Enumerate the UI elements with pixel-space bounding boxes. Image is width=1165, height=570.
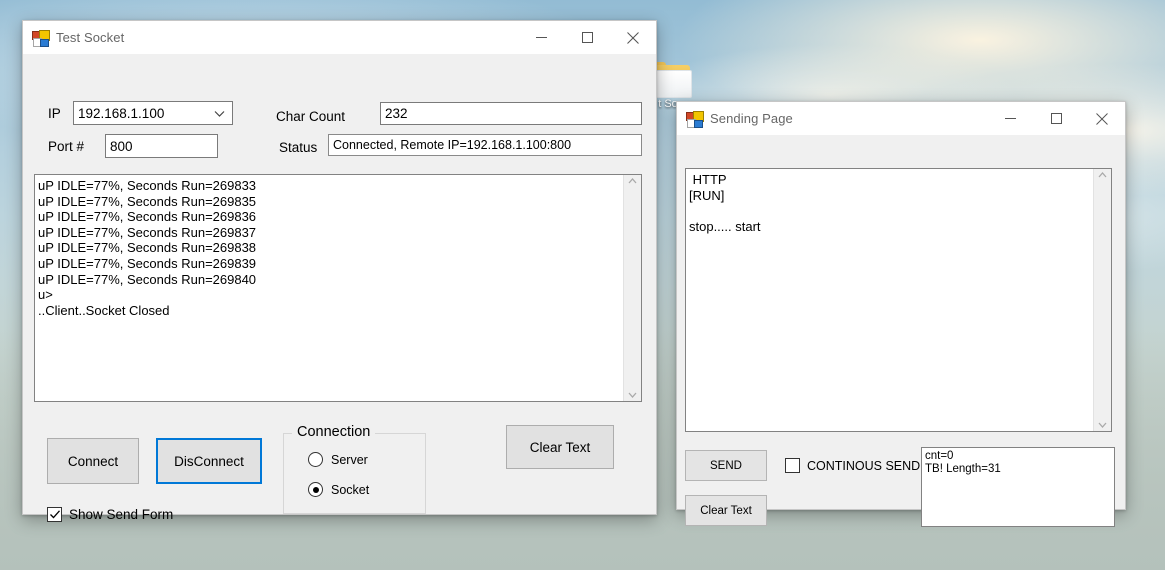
- ip-value: 192.168.1.100: [78, 106, 164, 121]
- receive-log-scrollbar[interactable]: [623, 175, 641, 401]
- chevron-up-icon: [1098, 172, 1107, 178]
- send-label: SEND: [710, 460, 742, 472]
- port-input[interactable]: 800: [105, 134, 218, 158]
- send-status-log[interactable]: cnt=0 TB! Length=31: [921, 447, 1115, 527]
- close-icon[interactable]: [610, 21, 656, 54]
- show-send-form-checkbox[interactable]: Show Send Form: [47, 507, 173, 522]
- connection-group-title: Connection: [292, 424, 375, 440]
- receive-log[interactable]: uP IDLE=77%, Seconds Run=269833 uP IDLE=…: [34, 174, 642, 402]
- vb-app-icon: [32, 30, 48, 46]
- continuous-send-checkbox[interactable]: CONTINOUS SEND: [785, 458, 920, 473]
- maximize-icon[interactable]: [1033, 102, 1079, 135]
- clear-text-button[interactable]: Clear Text: [506, 425, 614, 469]
- connect-label: Connect: [68, 454, 118, 469]
- show-send-form-label: Show Send Form: [69, 507, 173, 522]
- clear-text-label: Clear Text: [530, 440, 591, 455]
- send-text-editor-text: HTTP [RUN] stop..... start: [686, 169, 1093, 431]
- sending-page-window[interactable]: Sending Page HTTP [RUN] stop..... start …: [676, 101, 1126, 510]
- status-label: Status: [279, 140, 317, 155]
- send-clear-text-label: Clear Text: [700, 505, 752, 517]
- send-clear-text-button[interactable]: Clear Text: [685, 495, 767, 526]
- vb-app-icon: [686, 111, 702, 127]
- char-count-value: 232: [385, 106, 408, 121]
- ip-combobox[interactable]: 192.168.1.100: [73, 101, 233, 125]
- chevron-down-icon: [1098, 422, 1107, 428]
- radio-box: [308, 452, 323, 467]
- checkmark-icon: [50, 510, 60, 519]
- status-value: Connected, Remote IP=192.168.1.100:800: [333, 138, 571, 152]
- test-socket-window[interactable]: Test Socket IP 192.168.1.100 Port # 800 …: [22, 20, 657, 515]
- close-icon[interactable]: [1079, 102, 1125, 135]
- port-label: Port #: [48, 139, 84, 154]
- send-text-editor[interactable]: HTTP [RUN] stop..... start: [685, 168, 1112, 432]
- chevron-up-icon: [628, 178, 637, 184]
- sending-page-client: HTTP [RUN] stop..... start SEND Clear Te…: [677, 136, 1125, 509]
- minimize-icon[interactable]: [987, 102, 1033, 135]
- continuous-send-label: CONTINOUS SEND: [807, 459, 920, 473]
- radio-server-label: Server: [331, 453, 368, 467]
- receive-log-text: uP IDLE=77%, Seconds Run=269833 uP IDLE=…: [35, 175, 623, 401]
- window-title: Test Socket: [56, 30, 518, 45]
- window-title: Sending Page: [710, 111, 987, 126]
- char-count-label: Char Count: [276, 109, 345, 124]
- send-editor-scrollbar[interactable]: [1093, 169, 1111, 431]
- connect-button[interactable]: Connect: [47, 438, 139, 484]
- checkbox-box: [785, 458, 800, 473]
- disconnect-button[interactable]: DisConnect: [156, 438, 262, 484]
- send-status-log-text: cnt=0 TB! Length=31: [922, 448, 1114, 526]
- minimize-icon[interactable]: [518, 21, 564, 54]
- test-socket-titlebar[interactable]: Test Socket: [23, 21, 656, 55]
- send-button[interactable]: SEND: [685, 450, 767, 481]
- ip-label: IP: [48, 106, 61, 121]
- test-socket-client: IP 192.168.1.100 Port # 800 Char Count 2…: [23, 55, 656, 514]
- port-value: 800: [110, 139, 133, 154]
- chevron-down-icon: [628, 392, 637, 398]
- disconnect-label: DisConnect: [174, 454, 244, 469]
- checkbox-box: [47, 507, 62, 522]
- radio-server[interactable]: Server: [308, 452, 368, 467]
- char-count-input[interactable]: 232: [380, 102, 642, 125]
- sending-page-titlebar[interactable]: Sending Page: [677, 102, 1125, 136]
- status-input[interactable]: Connected, Remote IP=192.168.1.100:800: [328, 134, 642, 156]
- radio-socket[interactable]: Socket: [308, 482, 369, 497]
- connection-groupbox: Connection Server Socket: [283, 433, 426, 514]
- radio-socket-label: Socket: [331, 483, 369, 497]
- radio-box: [308, 482, 323, 497]
- maximize-icon[interactable]: [564, 21, 610, 54]
- chevron-down-icon: [214, 106, 225, 121]
